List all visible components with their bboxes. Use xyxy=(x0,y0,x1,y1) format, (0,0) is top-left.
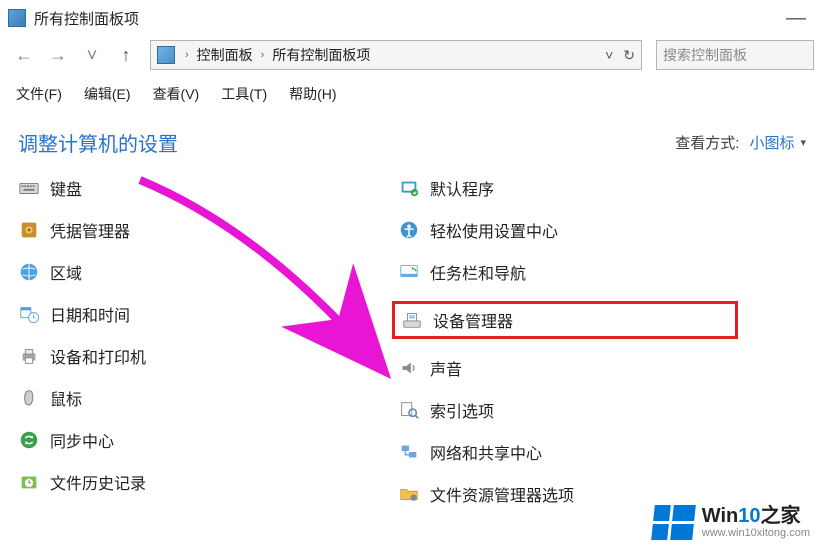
keyboard-icon xyxy=(18,177,40,199)
item-label: 区域 xyxy=(50,260,82,284)
item-ease-of-access[interactable]: 轻松使用设置中心 xyxy=(398,217,738,243)
view-by-value: 小图标 xyxy=(749,132,794,153)
item-region[interactable]: 区域 xyxy=(18,259,358,285)
item-mouse[interactable]: 鼠标 xyxy=(18,385,358,411)
network-icon xyxy=(398,441,420,463)
right-column: 默认程序 轻松使用设置中心 任务栏和导航 设备管理器 xyxy=(398,175,738,507)
item-label: 声音 xyxy=(430,356,462,380)
item-network-sharing[interactable]: 网络和共享中心 xyxy=(398,439,738,465)
refresh-icon[interactable]: ↻ xyxy=(623,47,635,64)
forward-button[interactable]: → xyxy=(44,41,72,69)
item-label: 设备和打印机 xyxy=(50,344,146,368)
watermark: Win10之家 www.win10xitong.com xyxy=(653,505,810,540)
titlebar: 所有控制面板项 — xyxy=(0,0,824,36)
left-column: 键盘 凭据管理器 区域 日期和时间 设备和打印机 xyxy=(18,175,358,507)
view-by-label: 查看方式: xyxy=(675,132,739,153)
windows-logo-icon xyxy=(651,505,696,540)
item-indexing[interactable]: 索引选项 xyxy=(398,397,738,423)
item-label: 同步中心 xyxy=(50,428,114,452)
back-button[interactable]: ← xyxy=(10,41,38,69)
app-icon xyxy=(8,9,26,27)
menu-file[interactable]: 文件(F) xyxy=(16,84,62,104)
view-by-select[interactable]: 小图标 ▾ xyxy=(749,132,806,153)
item-file-history[interactable]: 文件历史记录 xyxy=(18,469,358,495)
item-default-programs[interactable]: 默认程序 xyxy=(398,175,738,201)
recent-dropdown[interactable]: ˅ xyxy=(78,41,106,69)
sound-icon xyxy=(398,357,420,379)
page-title: 调整计算机的设置 xyxy=(18,128,178,157)
ease-of-access-icon xyxy=(398,219,420,241)
item-label: 默认程序 xyxy=(430,176,494,200)
globe-icon xyxy=(18,261,40,283)
mouse-icon xyxy=(18,387,40,409)
menubar: 文件(F) 编辑(E) 查看(V) 工具(T) 帮助(H) xyxy=(0,78,824,114)
item-label: 索引选项 xyxy=(430,398,494,422)
breadcrumb-sep-icon: › xyxy=(181,49,193,61)
item-device-manager[interactable]: 设备管理器 xyxy=(401,308,513,332)
menu-view[interactable]: 查看(V) xyxy=(153,84,200,104)
item-label: 设备管理器 xyxy=(433,308,513,332)
search-icon xyxy=(398,399,420,421)
address-dropdown-icon[interactable]: ˅ xyxy=(605,47,613,63)
address-bar[interactable]: › 控制面板 › 所有控制面板项 ˅ ↻ xyxy=(150,40,642,70)
highlight-box: 设备管理器 xyxy=(392,301,738,339)
menu-tools[interactable]: 工具(T) xyxy=(221,84,267,104)
item-devices-printers[interactable]: 设备和打印机 xyxy=(18,343,358,369)
item-label: 日期和时间 xyxy=(50,302,130,326)
item-label: 文件历史记录 xyxy=(50,470,146,494)
item-label: 键盘 xyxy=(50,176,82,200)
search-placeholder: 搜索控制面板 xyxy=(663,45,747,65)
item-label: 任务栏和导航 xyxy=(430,260,526,284)
item-label: 文件资源管理器选项 xyxy=(430,482,574,506)
sync-icon xyxy=(18,429,40,451)
item-label: 轻松使用设置中心 xyxy=(430,218,558,242)
watermark-title: Win10之家 xyxy=(702,505,810,527)
safe-icon xyxy=(18,219,40,241)
up-button[interactable]: ↑ xyxy=(112,41,140,69)
taskbar-icon xyxy=(398,261,420,283)
item-explorer-options[interactable]: 文件资源管理器选项 xyxy=(398,481,738,507)
clock-icon xyxy=(18,303,40,325)
item-credentials[interactable]: 凭据管理器 xyxy=(18,217,358,243)
item-label: 凭据管理器 xyxy=(50,218,130,242)
window-title: 所有控制面板项 xyxy=(34,8,776,29)
navbar: ← → ˅ ↑ › 控制面板 › 所有控制面板项 ˅ ↻ 搜索控制面板 xyxy=(0,36,824,78)
item-keyboard[interactable]: 键盘 xyxy=(18,175,358,201)
printer-icon xyxy=(18,345,40,367)
heading-row: 调整计算机的设置 查看方式: 小图标 ▾ xyxy=(0,114,824,165)
watermark-url: www.win10xitong.com xyxy=(702,527,810,539)
address-icon xyxy=(157,46,175,64)
breadcrumb-sep-icon: › xyxy=(257,49,269,61)
menu-edit[interactable]: 编辑(E) xyxy=(84,84,131,104)
chevron-down-icon: ▾ xyxy=(800,136,806,149)
device-manager-icon xyxy=(401,309,423,331)
item-label: 鼠标 xyxy=(50,386,82,410)
menu-help[interactable]: 帮助(H) xyxy=(289,84,336,104)
item-taskbar-nav[interactable]: 任务栏和导航 xyxy=(398,259,738,285)
items-area: 键盘 凭据管理器 区域 日期和时间 设备和打印机 xyxy=(0,165,824,507)
folder-options-icon xyxy=(398,483,420,505)
breadcrumb-item-1[interactable]: 所有控制面板项 xyxy=(268,45,374,65)
breadcrumb-item-0[interactable]: 控制面板 xyxy=(193,45,257,65)
history-icon xyxy=(18,471,40,493)
item-date-time[interactable]: 日期和时间 xyxy=(18,301,358,327)
item-label: 网络和共享中心 xyxy=(430,440,542,464)
item-sound[interactable]: 声音 xyxy=(398,355,738,381)
item-sync-center[interactable]: 同步中心 xyxy=(18,427,358,453)
search-input[interactable]: 搜索控制面板 xyxy=(656,40,814,70)
default-programs-icon xyxy=(398,177,420,199)
minimize-button[interactable]: — xyxy=(776,7,816,30)
